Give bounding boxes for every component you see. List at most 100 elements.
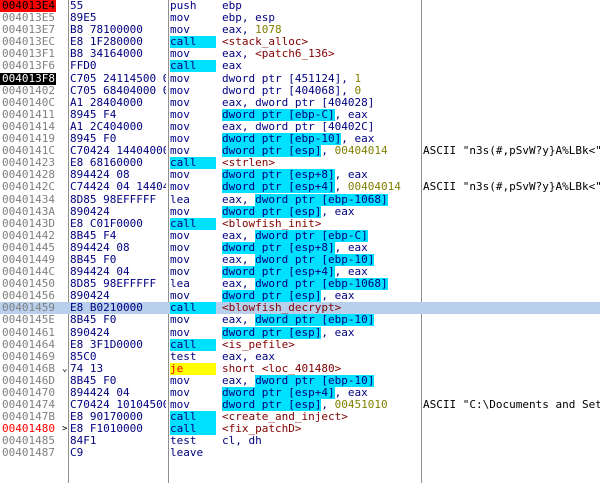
instruction-row[interactable]: 004013F8 C705 24114500 0 mov dword ptr [451… <box>0 72 600 85</box>
operand-segment: dword ptr [esp] <box>222 326 322 339</box>
instruction-row[interactable]: 00401469 85C0 test eax, eax <box>0 351 600 363</box>
instruction-row[interactable]: 004013F1 B8 34164000 mov eax, <patch6_136> <box>0 48 600 60</box>
instruction-operands: dword ptr [451124], 1 <box>222 73 418 85</box>
instruction-row[interactable]: 00401474 C70424 10104500 mov dword ptr [esp… <box>0 399 600 412</box>
instruction-row[interactable]: 00401464 E8 3F1D0000 call <is_pefile> <box>0 338 600 351</box>
instruction-row[interactable]: 00401445 894424 08 mov dword ptr [esp+8], e… <box>0 241 600 254</box>
instruction-row[interactable]: 004013E7 B8 78100000 mov eax, 1078 <box>0 24 600 36</box>
instruction-bytes: 894424 04 <box>70 266 130 279</box>
instruction-address: 004013E4 <box>0 0 56 12</box>
instruction-address: 0040142C <box>2 181 55 194</box>
instruction-row[interactable]: 0040143A 890424 mov dword ptr [esp], eax <box>0 205 600 218</box>
instruction-row[interactable]: 00401411 8945 F4 mov dword ptr [ebp-C], eax <box>0 108 600 121</box>
instruction-row[interactable]: 00401419 8945 F0 mov dword ptr [ebp-10], ea… <box>0 133 600 146</box>
instruction-operands: ebp <box>222 0 418 12</box>
instruction-row[interactable]: 00401402 C705 68404000 0 mov dword ptr [404… <box>0 85 600 97</box>
instruction-address: 0040140C <box>2 96 55 109</box>
instruction-operands: dword ptr [esp+8], eax <box>222 169 418 182</box>
instruction-row[interactable]: 00401485 84F1 test cl, dh <box>0 435 600 447</box>
instruction-bytes: 894424 08 <box>70 241 130 254</box>
instruction-row[interactable]: 00401434 8D85 98EFFFFF lea eax, dword ptr [… <box>0 193 600 206</box>
instruction-row[interactable]: 00401450 8D85 98EFFFFF lea eax, dword ptr [… <box>0 278 600 291</box>
instruction-address: 00401487 <box>2 447 55 460</box>
instruction-bytes: E8 1F280000 <box>70 36 143 49</box>
instruction-row[interactable]: 00401423 E8 68160000 call <strlen> <box>0 157 600 170</box>
operand-segment: , eax <box>321 205 355 218</box>
instruction-bytes: FFD0 <box>70 60 97 73</box>
instruction-mnemonic: leave <box>170 447 204 460</box>
instruction-bytes: C9 <box>70 447 84 460</box>
instruction-comment: ASCII "n3s(#,pSvW?y}A%LBk<" <box>423 145 600 158</box>
instruction-mnemonic: je <box>170 362 216 375</box>
instruction-operands: dword ptr [ebp-10], eax <box>222 133 418 146</box>
instruction-bytes: 85C0 <box>70 350 97 363</box>
operand-segment: <strlen> <box>222 157 275 170</box>
instruction-row[interactable]: 0040146D 8B45 F0 mov eax, dword ptr [ebp-10… <box>0 374 600 387</box>
instruction-row[interactable]: 0040146B ⌄ 74 13 je short <loc_401480> <box>0 362 600 375</box>
instruction-bytes: 890424 <box>70 326 110 339</box>
operand-segment: dword ptr [ebp-10] <box>255 374 375 387</box>
instruction-row[interactable]: 00401487 C9 leave <box>0 447 600 459</box>
instruction-address: 00401469 <box>2 350 55 363</box>
instruction-row[interactable]: 00401461 890424 mov dword ptr [esp], eax <box>0 326 600 339</box>
instruction-operands: short <loc_401480> <box>222 363 418 375</box>
instruction-bytes: 8B45 F0 <box>70 253 117 266</box>
jump-arrow-icon: > <box>62 424 68 435</box>
instruction-comment <box>423 157 600 169</box>
instruction-row[interactable]: 004013E4 55 push ebp <box>0 0 600 12</box>
instruction-row[interactable]: 00401428 894424 08 mov dword ptr [esp+8], e… <box>0 169 600 182</box>
instruction-row[interactable]: 004013E5 89E5 mov ebp, esp <box>0 12 600 24</box>
disassembly-pane[interactable]: 004013E4 55 push ebp 004013E5 89E5 mov ebp, esp… <box>0 0 600 483</box>
instruction-comment <box>423 230 600 242</box>
instruction-operands <box>222 447 418 459</box>
instruction-mnemonic: call <box>170 36 216 49</box>
instruction-mnemonic: mov <box>170 326 190 339</box>
instruction-row[interactable]: 0040143D E8 C01F0000 call <blowfish_init> <box>0 217 600 230</box>
operand-segment: , eax <box>334 266 368 279</box>
operand-segment: 0 <box>354 84 362 97</box>
instruction-row[interactable]: 0040145E 8B45 F0 mov eax, dword ptr [ebp-10… <box>0 314 600 327</box>
operand-segment: , <box>321 399 335 412</box>
instruction-address: 00401445 <box>2 241 55 254</box>
instruction-row[interactable]: 00401459 E8 B0210000 call <blowfish_decrypt… <box>0 302 600 315</box>
instruction-address: 0040143D <box>2 217 55 230</box>
instruction-address: 004013F6 <box>2 60 55 73</box>
operand-segment: eax, <box>222 374 256 387</box>
instruction-comment <box>423 302 600 314</box>
operand-segment: dword ptr [esp+4] <box>222 181 335 194</box>
instruction-comment <box>423 327 600 339</box>
instruction-row[interactable]: 0040144C 894424 04 mov dword ptr [esp+4], e… <box>0 266 600 279</box>
instruction-row[interactable]: 00401449 8B45 F0 mov eax, dword ptr [ebp-10… <box>0 253 600 266</box>
instruction-mnemonic: test <box>170 435 197 448</box>
instruction-row[interactable]: 004013F6 FFD0 call eax <box>0 60 600 73</box>
instruction-operands: dword ptr [esp], 00451010 <box>222 399 418 412</box>
instruction-operands: ebp, esp <box>222 12 418 24</box>
instruction-address: 0040146D <box>2 374 55 387</box>
instruction-comment <box>423 206 600 218</box>
instruction-comment <box>423 278 600 290</box>
instruction-row[interactable]: 0040140C A1 28404000 mov eax, dword ptr [40… <box>0 97 600 109</box>
instruction-bytes: C705 68404000 0 <box>70 84 166 97</box>
instruction-bytes: 8D85 98EFFFFF <box>70 193 157 206</box>
instruction-operands: <strlen> <box>222 157 418 169</box>
instruction-row[interactable]: 0040147B E8 90170000 call <create_and_injec… <box>0 411 600 424</box>
instruction-bytes: C70424 10104500 <box>70 399 166 412</box>
instruction-operands: <fix_patchD> <box>222 423 418 435</box>
instruction-row[interactable]: 00401470 894424 04 mov dword ptr [esp+4], e… <box>0 387 600 399</box>
instruction-row[interactable]: 0040142C C74424 04 14404 mov dword ptr [esp… <box>0 181 600 194</box>
instruction-address: 00401411 <box>2 108 55 121</box>
instruction-bytes: 894424 08 <box>70 169 130 182</box>
instruction-row[interactable]: 00401480 > E8 F1010000 call <fix_patchD> <box>0 423 600 436</box>
instruction-operands: dword ptr [esp], eax <box>222 290 418 303</box>
instruction-row[interactable]: 00401414 A1 2C404000 mov eax, dword ptr [40… <box>0 121 600 133</box>
instruction-row[interactable]: 0040141C C70424 14404000 mov dword ptr [esp… <box>0 145 600 158</box>
operand-segment: eax, dword ptr [40402C] <box>222 120 375 133</box>
instruction-comment <box>423 363 600 375</box>
instruction-bytes: A1 2C404000 <box>70 120 143 133</box>
instruction-bytes: C70424 14404000 <box>70 145 166 158</box>
instruction-mnemonic: call <box>170 302 216 315</box>
instruction-comment <box>423 24 600 36</box>
instruction-row[interactable]: 00401442 8B45 F4 mov eax, dword ptr [ebp-C] <box>0 229 600 242</box>
instruction-row[interactable]: 004013EC E8 1F280000 call <stack_alloc> <box>0 36 600 49</box>
instruction-row[interactable]: 00401456 890424 mov dword ptr [esp], eax <box>0 290 600 303</box>
